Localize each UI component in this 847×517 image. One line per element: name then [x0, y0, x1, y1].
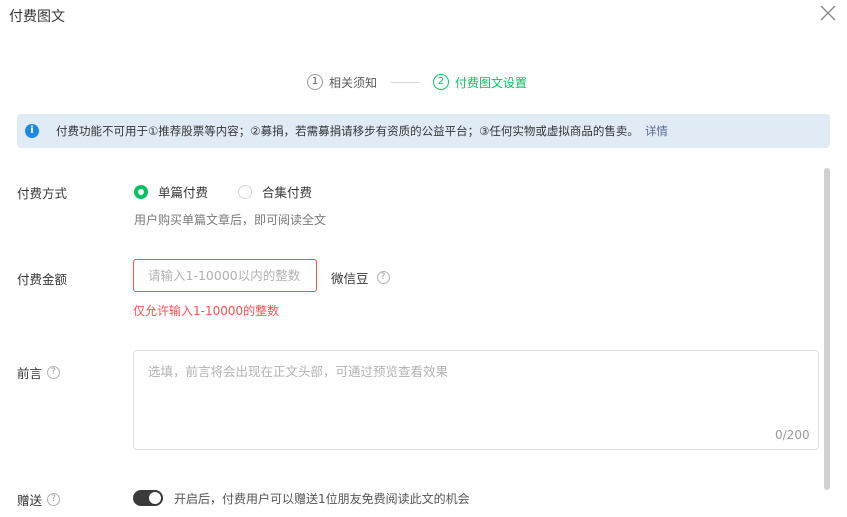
toggle-knob [149, 492, 161, 504]
amount-unit: 微信豆 ? [331, 268, 390, 287]
payment-method-label: 付费方式 [17, 183, 67, 202]
notice-text: 付费功能不可用于①推荐股票等内容；②募捐，若需募捐请移步有资质的公益平台；③任何… [56, 124, 639, 138]
help-icon[interactable]: ? [376, 271, 390, 284]
preface-char-counter: 0/200 [775, 428, 810, 442]
amount-label: 付费金额 [17, 269, 67, 288]
preface-label: 前言 ? [17, 363, 61, 382]
radio-unchecked-icon [238, 184, 253, 199]
preface-textarea[interactable] [133, 350, 819, 450]
radio-label: 合集付费 [262, 185, 313, 200]
radio-single-payment[interactable]: 单篇付费 [134, 182, 208, 201]
unit-text: 微信豆 [331, 271, 369, 286]
step-number: 1 [307, 74, 323, 90]
step-related-notice[interactable]: 1 相关须知 [307, 74, 377, 91]
gift-label: 赠送 ? [17, 490, 61, 509]
payment-method-hint: 用户购买单篇文章后，即可阅读全文 [134, 213, 327, 227]
step-label: 付费图文设置 [455, 75, 528, 90]
notice-banner: i 付费功能不可用于①推荐股票等内容；②募捐，若需募捐请移步有资质的公益平台；③… [17, 114, 830, 148]
step-number: 2 [433, 74, 450, 90]
step-label: 相关须知 [329, 75, 378, 90]
radio-collection-payment[interactable]: 合集付费 [238, 182, 312, 201]
label-text: 付费方式 [17, 186, 68, 201]
step-divider [391, 81, 420, 83]
help-icon[interactable]: ? [47, 366, 61, 379]
scrollbar[interactable] [824, 168, 830, 490]
payment-method-radio-group: 单篇付费 合集付费 [134, 182, 312, 201]
gift-toggle[interactable] [133, 490, 163, 506]
label-text: 付费金额 [17, 272, 68, 287]
amount-error: 仅允许输入1-10000的整数 [133, 304, 280, 318]
close-icon[interactable] [817, 2, 839, 24]
amount-input[interactable] [133, 259, 317, 292]
info-icon: i [25, 124, 39, 138]
radio-checked-icon [134, 184, 148, 199]
label-text: 赠送 [17, 493, 43, 508]
radio-label: 单篇付费 [158, 185, 209, 200]
label-text: 前言 [17, 366, 43, 381]
dialog-title: 付费图文 [9, 9, 65, 25]
steps-indicator: 1 相关须知 2 付费图文设置 [307, 72, 527, 92]
gift-hint: 开启后，付费用户可以赠送1位朋友免费阅读此文的机会 [174, 492, 470, 506]
help-icon[interactable]: ? [47, 493, 61, 506]
step-paid-settings[interactable]: 2 付费图文设置 [433, 74, 527, 91]
details-link[interactable]: 详情 [645, 123, 668, 139]
